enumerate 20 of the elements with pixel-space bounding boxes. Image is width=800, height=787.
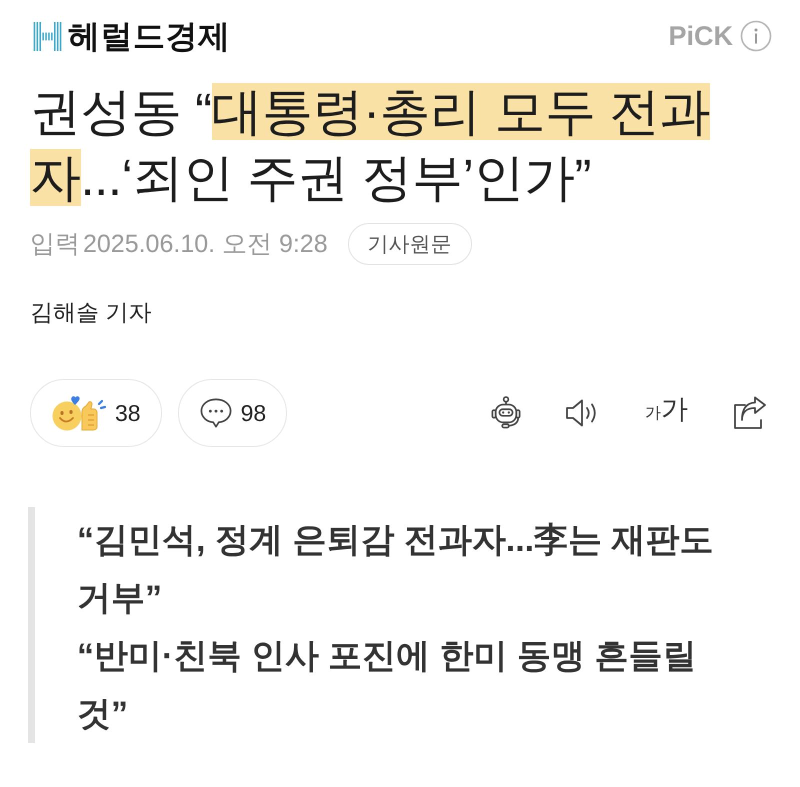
comment-button[interactable]: 98 — [178, 379, 288, 447]
speech-bubble-icon — [198, 397, 233, 429]
pick-label: PiCK — [668, 22, 733, 50]
headline: 권성동 “대통령·총리 모두 전과자...‘죄인 주권 정부’인가” — [30, 82, 711, 208]
share-button[interactable] — [732, 396, 768, 430]
robot-button[interactable] — [491, 396, 521, 430]
robot-icon — [491, 396, 521, 430]
reaction-button[interactable]: 38 — [30, 379, 162, 447]
logo-text: 헤럴드경제 — [68, 20, 230, 52]
font-size-button[interactable]: 가가 — [645, 396, 688, 430]
publish-date: 2025.06.10. 오전 9:28 — [83, 232, 328, 256]
quote-text: “반미·친북 인사 포진에 한미 동맹 흔들릴 것” — [77, 636, 698, 735]
share-icon — [732, 396, 768, 430]
input-label: 입력 — [30, 232, 80, 256]
byline: 김해솔 기자 — [30, 298, 152, 327]
logo-icon — [33, 20, 62, 52]
info-icon[interactable] — [740, 20, 772, 52]
smiley-thumbs-up-icon — [51, 394, 107, 432]
quote-text: “김민석, 정계 은퇴감 전과자...李는 재판도 거부” — [77, 520, 715, 619]
original-article-button[interactable]: 기사원문 — [348, 223, 472, 265]
